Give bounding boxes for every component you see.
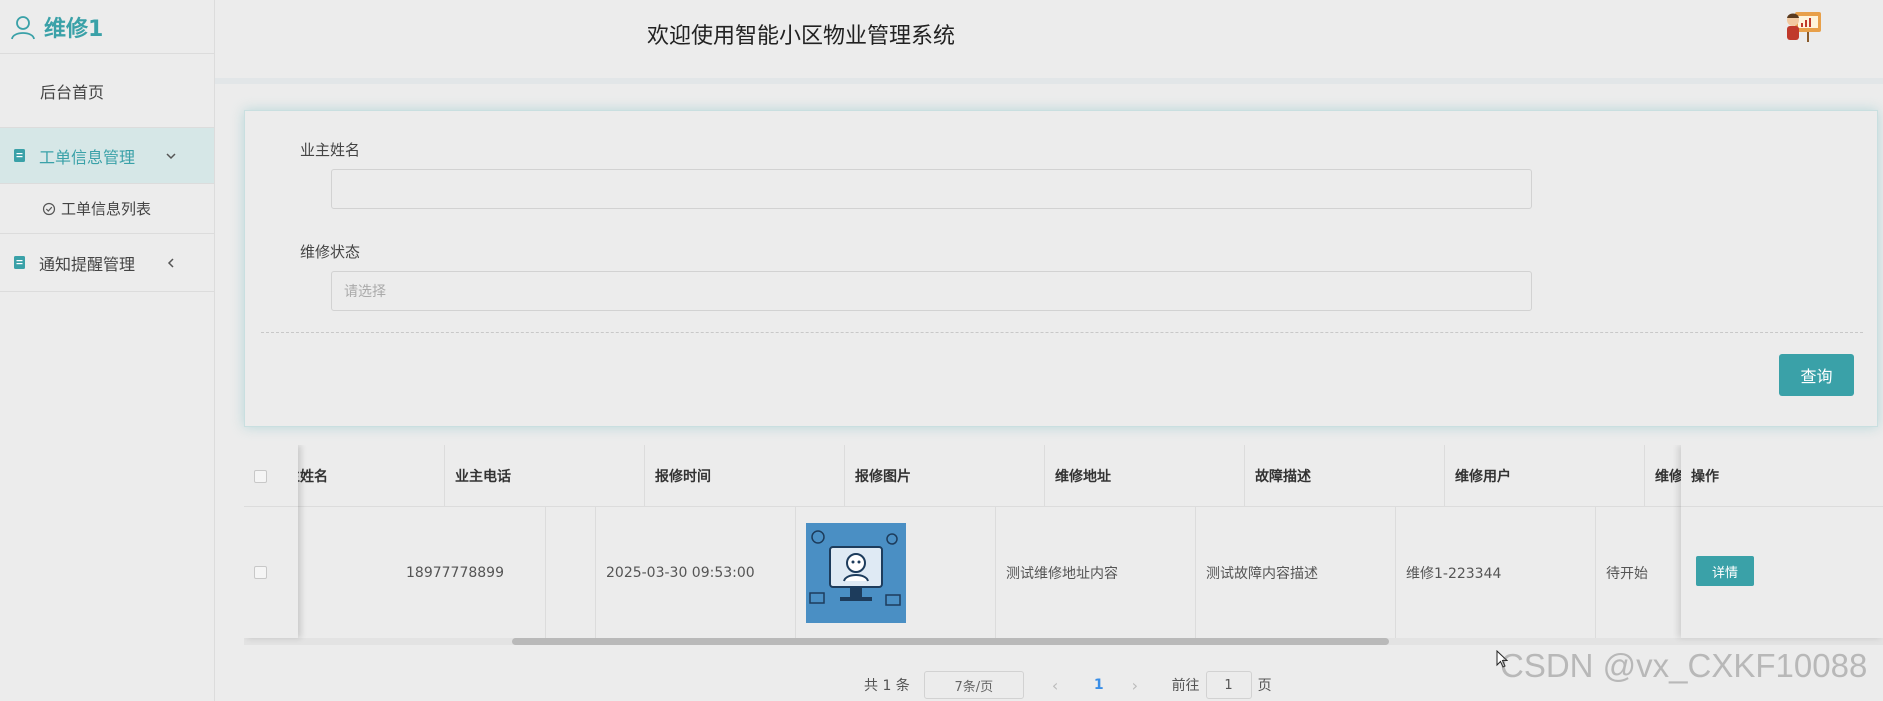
repair-image <box>806 522 906 623</box>
pagination: 共 1 条 7条/页 ‹ 1 › 前往 1 页 <box>864 670 1272 700</box>
table-row[interactable]: 18977778899 2025-03-30 09:53:00 测试维修地址内容… <box>244 507 1883 638</box>
fixed-selection-column <box>244 445 298 638</box>
chevron-down-icon <box>166 152 176 159</box>
owner-name-label: 业主姓名 <box>300 141 361 159</box>
fixed-action-column: 操作 详情 <box>1681 445 1883 638</box>
table-header: 主姓名 业主电话 报修时间 报修图片 维修地址 故障描述 维修用户 维修 <box>244 445 1883 507</box>
goto-page-input[interactable]: 1 <box>1205 671 1252 699</box>
page-suffix: 页 <box>1257 678 1272 694</box>
column-header: 维修地址 <box>1045 445 1245 507</box>
cell-fault: 测试故障内容描述 <box>1196 507 1396 638</box>
horizontal-scrollbar[interactable] <box>244 638 1883 645</box>
sidebar-item-label: 工单信息列表 <box>61 200 152 218</box>
sidebar-group-notifications[interactable]: 通知提醒管理 <box>0 234 214 292</box>
chevron-right-icon[interactable]: › <box>1132 676 1146 695</box>
check-circle-icon <box>42 202 56 215</box>
avatar[interactable] <box>1783 6 1823 46</box>
page-title: 欢迎使用智能小区物业管理系统 <box>647 24 956 49</box>
row-actions: 详情 <box>1696 556 1754 586</box>
column-header: 故障描述 <box>1245 445 1445 507</box>
repair-status-label: 维修状态 <box>300 243 361 261</box>
document-icon <box>14 149 25 162</box>
divider <box>261 332 1863 333</box>
work-order-table: 主姓名 业主电话 报修时间 报修图片 维修地址 故障描述 维修用户 维修 189… <box>244 445 1883 645</box>
sidebar-item-label: 后台首页 <box>40 82 105 102</box>
scrollbar-thumb[interactable] <box>512 638 1389 645</box>
column-header: 业主电话 <box>445 445 645 507</box>
brand-name: 维修1 <box>44 16 104 42</box>
sidebar-item-work-order-list[interactable]: 工单信息列表 <box>0 184 214 234</box>
cell-report-image <box>796 507 996 638</box>
sidebar-group-work-orders[interactable]: 工单信息管理 <box>0 128 214 184</box>
cell-phone: 18977778899 <box>396 507 596 638</box>
header-cell <box>244 445 298 507</box>
watermark: CSDN @vx_CXKF10088 <box>1500 647 1868 684</box>
page-size-select[interactable]: 7条/页 <box>923 671 1024 699</box>
column-header: 维修用户 <box>1445 445 1645 507</box>
cell-address: 测试维修地址内容 <box>996 507 1196 638</box>
detail-button[interactable]: 详情 <box>1696 556 1754 586</box>
chevron-left-icon[interactable]: ‹ <box>1052 676 1066 695</box>
brand: 维修1 <box>0 0 214 54</box>
cell-report-time: 2025-03-30 09:53:00 <box>596 507 796 638</box>
sidebar-item-home[interactable]: 后台首页 <box>0 54 214 128</box>
column-header: 操作 <box>1681 445 1883 507</box>
goto-label: 前往 <box>1171 678 1200 694</box>
search-panel: 业主姓名 维修状态 请选择 查询 <box>244 110 1878 427</box>
total-count: 共 1 条 <box>864 678 910 694</box>
user-icon <box>11 15 35 39</box>
owner-name-input[interactable] <box>331 169 1532 209</box>
row-checkbox[interactable] <box>254 566 267 579</box>
query-button[interactable]: 查询 <box>1779 354 1854 396</box>
page-number-current[interactable]: 1 <box>1094 677 1104 693</box>
column-header: 主姓名 <box>286 445 445 507</box>
column-header: 报修图片 <box>845 445 1045 507</box>
repair-status-select[interactable]: 请选择 <box>331 271 1532 311</box>
top-header: 欢迎使用智能小区物业管理系统 <box>215 0 1883 84</box>
sidebar: 维修1 后台首页 工单信息管理 工单信息列表 通知提醒管理 <box>0 0 215 701</box>
sidebar-item-label: 通知提醒管理 <box>39 254 136 274</box>
column-header: 报修时间 <box>645 445 845 507</box>
chevron-left-icon <box>167 257 174 268</box>
sidebar-item-label: 工单信息管理 <box>39 147 136 167</box>
cell-repair-user: 维修1-223344 <box>1396 507 1596 638</box>
document-icon <box>14 256 25 269</box>
